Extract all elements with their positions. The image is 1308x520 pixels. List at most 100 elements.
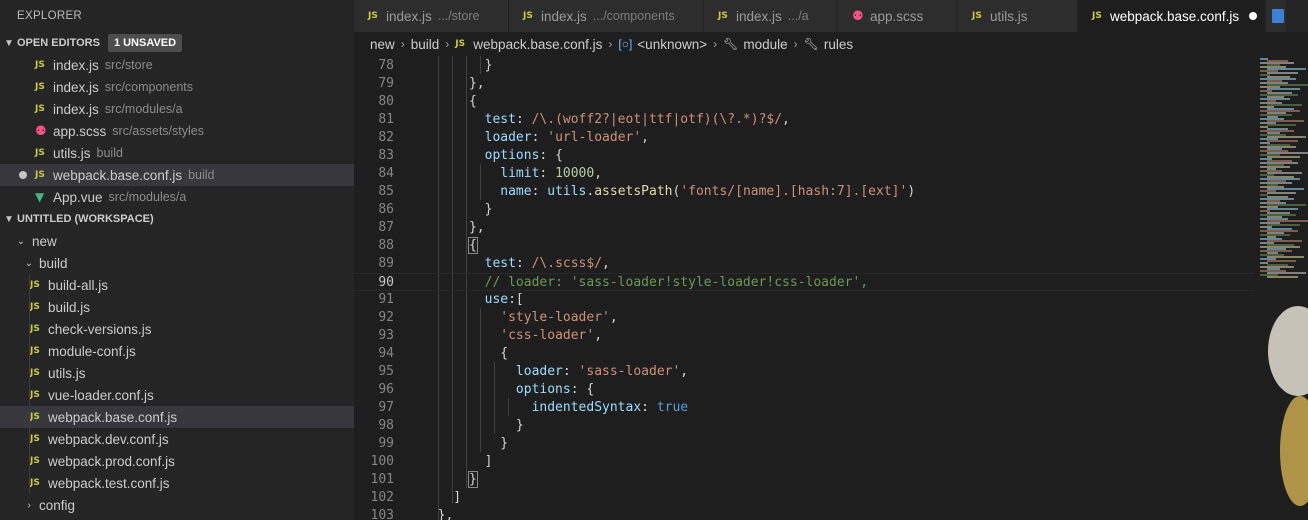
code-line[interactable]: 96 options: { [354,381,1254,399]
file-tree-item[interactable]: JS check-versions.js [0,318,354,340]
code-line[interactable]: 95 loader: 'sass-loader', [354,363,1254,381]
file-tree-item[interactable]: JS webpack.prod.conf.js [0,450,354,472]
open-editor-item[interactable]: JS index.js src/components [0,76,354,98]
code-line[interactable]: 99 } [354,435,1254,453]
open-editor-item[interactable]: JS index.js src/modules/a [0,98,354,120]
js-file-icon: JS [30,324,40,334]
chevron-right-icon: › [608,37,613,51]
code-text: { [467,237,478,254]
file-tree-item[interactable]: JS utils.js [0,362,354,384]
editor-tab[interactable]: JS index.js .../store [354,0,509,32]
open-editor-item[interactable]: JS utils.js build [0,142,354,164]
line-number: 88 [378,238,394,253]
code-text: // loader: 'sass-loader!style-loader!css… [484,275,869,290]
code-line[interactable]: 92 'style-loader', [354,309,1254,327]
code-line[interactable]: 84 limit: 10000, [354,165,1254,183]
line-number: 84 [378,166,394,181]
open-editor-name: app.scss [53,123,107,139]
split-editor-icon[interactable] [1272,9,1284,23]
open-editor-path: src/assets/styles [112,124,204,138]
code-line[interactable]: 83 options: { [354,147,1254,165]
file-tree-item[interactable]: JS build-all.js [0,274,354,296]
split-editor-area[interactable] [1266,0,1286,32]
folder-new[interactable]: ⌄ new [0,230,354,252]
code-text: }, [422,76,485,91]
file-tree-item[interactable]: JS vue-loader.conf.js [0,384,354,406]
minimap-line [1267,260,1296,262]
code-line[interactable]: 97 indentedSyntax: true [354,399,1254,417]
line-number: 92 [378,310,394,325]
code-text: } [422,58,493,73]
code-line[interactable]: 101 } [354,471,1254,489]
code-line[interactable]: 81 test: /\.(woff2?|eot|ttf|otf)(\?.*)?$… [354,111,1254,129]
file-name: webpack.base.conf.js [48,409,178,425]
open-editor-item[interactable]: JS webpack.base.conf.js build [0,164,354,186]
file-tree-item[interactable]: JS webpack.dev.conf.js [0,428,354,450]
code-text: limit: 10000, [500,166,603,181]
code-line[interactable]: 98 } [354,417,1254,435]
chevron-right-icon: › [713,37,718,51]
open-editor-item[interactable]: ⚉ app.scss src/assets/styles [0,120,354,142]
minimap-line [1267,192,1296,194]
chevron-down-icon: ▼ [4,213,14,225]
folder-config[interactable]: › config [0,494,354,516]
scss-file-icon: ⚉ [852,8,864,24]
code-line[interactable]: 100 ] [354,453,1254,471]
tab-path: .../store [437,9,480,23]
open-editor-item[interactable]: ▼ App.vue src/modules/a [0,186,354,208]
code-text: }, [422,508,454,520]
file-name: check-versions.js [48,321,152,337]
file-tree-item[interactable]: JS module-conf.js [0,340,354,362]
open-editors-header[interactable]: ▼ OPEN EDITORS 1 UNSAVED [0,32,354,54]
minimap-line [1267,276,1298,278]
code-line[interactable]: 85 name: utils.assetsPath('fonts/[name].… [354,183,1254,201]
code-line[interactable]: 78 } [354,57,1254,75]
breadcrumb-item[interactable]: rules [824,37,853,52]
code-editor[interactable]: 78 } 79 }, 80 {81 test: /\.(woff2?|eot|ttf… [354,56,1254,520]
file-name: module-conf.js [48,343,136,359]
workspace-header[interactable]: ▼ UNTITLED (WORKSPACE) [0,208,354,230]
code-text: ] [422,490,462,505]
editor-tab[interactable]: JS index.js .../components [509,0,704,32]
editor-tab[interactable]: JS utils.js [958,0,1078,32]
code-line[interactable]: 91 use:[ [354,291,1254,309]
unsaved-dot-icon [19,171,27,179]
chevron-down-icon: ⌄ [16,235,26,247]
code-line[interactable]: 86 } [354,201,1254,219]
modified-dot-icon[interactable] [1249,12,1258,20]
code-line[interactable]: 88 { [354,237,1254,255]
code-line[interactable]: 103 }, [354,507,1254,520]
tab-label: app.scss [870,8,924,24]
breadcrumb-item[interactable]: module [743,37,787,52]
file-tree-item[interactable]: JS webpack.test.conf.js [0,472,354,494]
code-line[interactable]: 94 { [354,345,1254,363]
file-tree-item[interactable]: JS webpack.base.conf.js [0,406,354,428]
editor-tab[interactable]: ⚉ app.scss [838,0,958,32]
file-tree-item[interactable]: JS build.js [0,296,354,318]
editor-tab[interactable]: JS webpack.base.conf.js [1078,0,1266,32]
breadcrumb-item[interactable]: new [370,37,395,52]
open-editor-path: src/components [104,80,194,94]
breadcrumb-item[interactable]: build [411,37,440,52]
code-line[interactable]: 82 loader: 'url-loader', [354,129,1254,147]
chevron-down-icon: ▼ [4,37,14,49]
js-file-icon: JS [30,368,40,378]
line-number: 97 [378,400,394,415]
folder-build[interactable]: ⌄ build [0,252,354,274]
open-editor-item[interactable]: JS index.js src/store [0,54,354,76]
open-editor-path: src/modules/a [108,190,187,204]
line-number: 103 [370,508,394,520]
breadcrumb-item[interactable]: <unknown> [637,37,707,52]
code-line[interactable]: 89 test: /\.scss$/, [354,255,1254,273]
code-line[interactable]: 102 ] [354,489,1254,507]
code-text: { [422,94,477,109]
code-line[interactable]: 93 'css-loader', [354,327,1254,345]
wrench-icon: 🔧︎ [803,37,819,51]
code-line[interactable]: 79 }, [354,75,1254,93]
code-line[interactable]: 80 { [354,93,1254,111]
code-line[interactable]: 90 // loader: 'sass-loader!style-loader!… [354,273,1254,291]
breadcrumb-item[interactable]: webpack.base.conf.js [473,37,602,52]
code-line[interactable]: 87 }, [354,219,1254,237]
editor-tab[interactable]: JS index.js .../a [704,0,838,32]
minimap[interactable] [1254,56,1308,520]
